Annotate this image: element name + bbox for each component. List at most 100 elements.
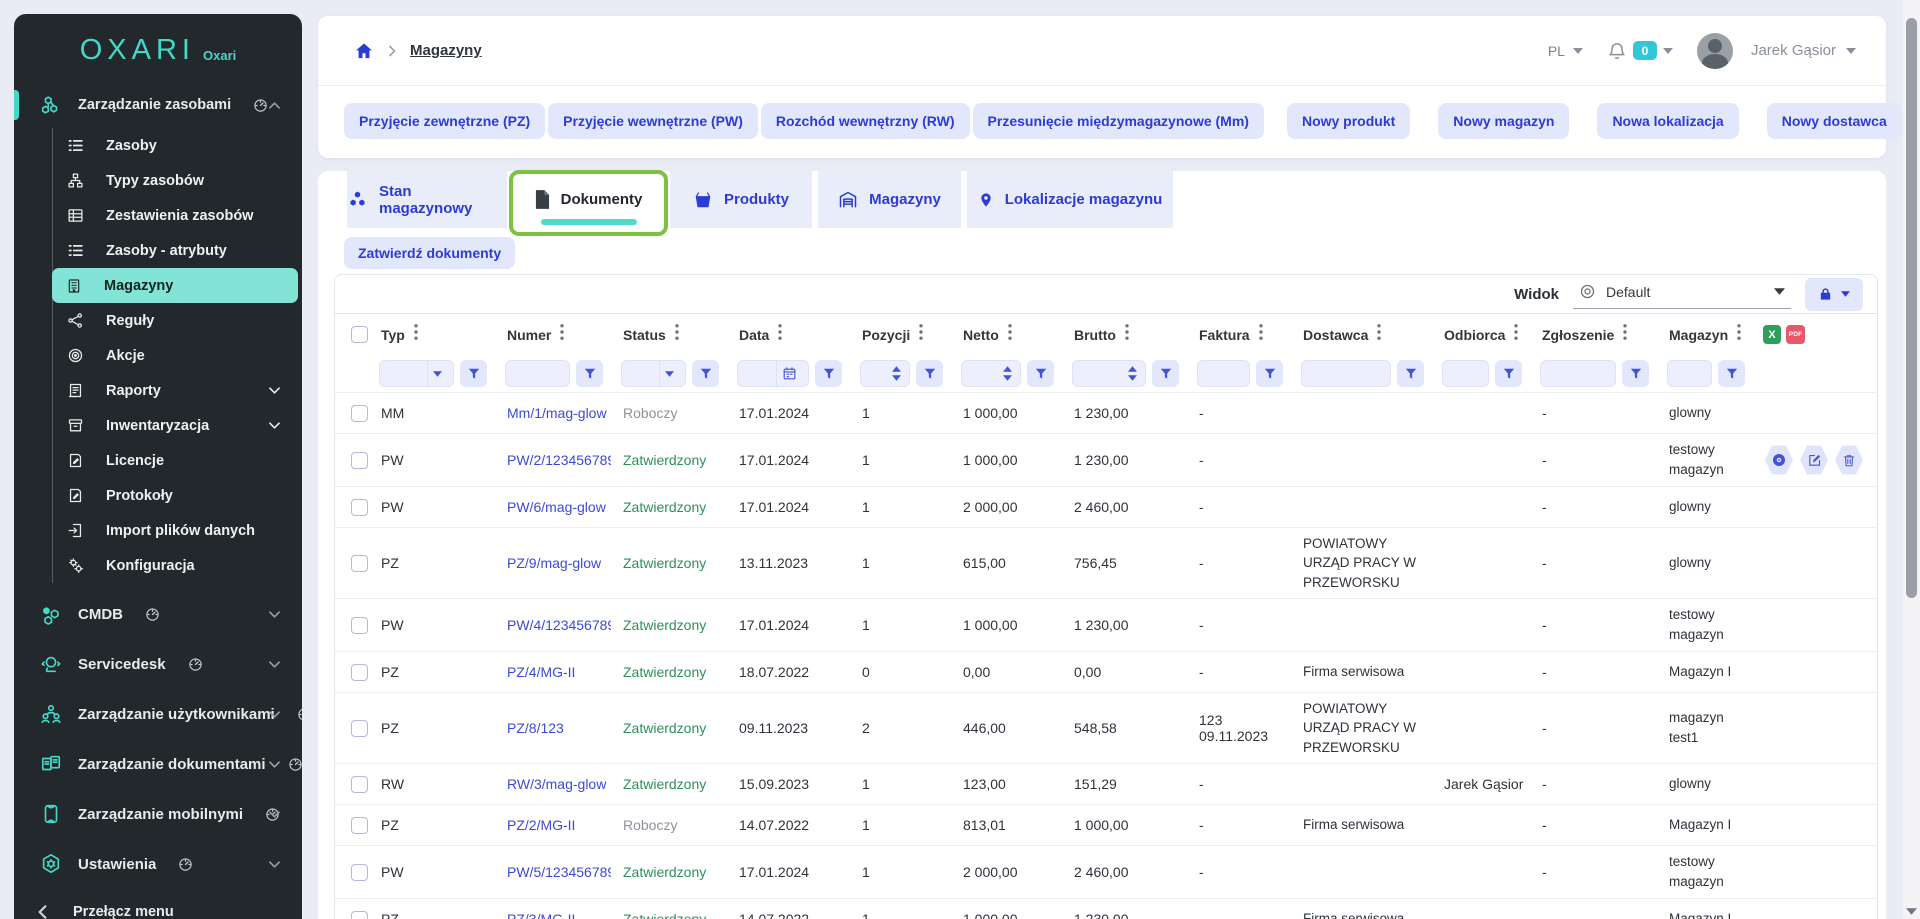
sidebar-item-reguly[interactable]: Reguły <box>53 303 302 338</box>
tab-produkty[interactable]: Produkty <box>670 171 812 228</box>
filter-input-numer[interactable] <box>505 360 570 387</box>
table-row-pz-9-mag-glow[interactable]: PZPZ/9/mag-glowZatwierdzony13.11.2023161… <box>335 527 1877 598</box>
sidebar-item-zasoby-atrybuty[interactable]: Zasoby - atrybuty <box>53 233 302 268</box>
filter-funnel-pozycji[interactable] <box>916 360 943 387</box>
sidebar-item-zarzadzanie-dokumentami[interactable]: Zarządzanie dokumentami <box>14 739 302 789</box>
avatar[interactable] <box>1697 33 1733 69</box>
row-checkbox[interactable] <box>351 405 368 422</box>
filter-funnel-data[interactable] <box>815 360 842 387</box>
row-checkbox[interactable] <box>351 555 368 572</box>
table-row-pz-2-mg-ii[interactable]: PZPZ/2/MG-IIRoboczy14.07.20221813,011 00… <box>335 804 1877 845</box>
export-pdf-icon[interactable]: PDF <box>1786 325 1805 344</box>
sidebar-item-cmdb[interactable]: CMDB <box>14 589 302 639</box>
table-row-pw-2-123456789[interactable]: PWPW/2/123456789Zatwierdzony17.01.202411… <box>335 433 1877 486</box>
filter-input-pozycji[interactable] <box>860 360 910 387</box>
column-menu-icon[interactable] <box>414 324 418 345</box>
row-checkbox[interactable] <box>351 720 368 737</box>
row-checkbox[interactable] <box>351 499 368 516</box>
user-menu[interactable]: Jarek Gąsior <box>1751 42 1836 59</box>
filter-funnel-numer[interactable] <box>576 360 603 387</box>
lock-view-button[interactable] <box>1805 278 1863 311</box>
column-menu-icon[interactable] <box>778 324 782 345</box>
filter-input-brutto[interactable] <box>1072 360 1146 387</box>
document-link[interactable]: PZ/9/mag-glow <box>507 555 601 571</box>
table-row-mm-1-mag-glow[interactable]: MMMm/1/mag-glowRoboczy17.01.202411 000,0… <box>335 392 1877 433</box>
document-link[interactable]: PZ/8/123 <box>507 720 564 736</box>
export-excel-icon[interactable]: X <box>1763 325 1781 344</box>
home-icon[interactable] <box>354 41 374 61</box>
row-checkbox[interactable] <box>351 817 368 834</box>
table-row-pw-5-123456789[interactable]: PWPW/5/123456789Zatwierdzony17.01.202412… <box>335 845 1877 898</box>
column-menu-icon[interactable] <box>1259 324 1263 345</box>
filter-input-data[interactable] <box>737 360 809 387</box>
column-menu-icon[interactable] <box>1008 324 1012 345</box>
select-all-checkbox[interactable] <box>351 326 368 343</box>
edit-button[interactable] <box>1800 445 1828 475</box>
filter-input-dostawca[interactable] <box>1301 360 1391 387</box>
table-row-pw-6-mag-glow[interactable]: PWPW/6/mag-glowZatwierdzony17.01.202412 … <box>335 486 1877 527</box>
filter-input-typ[interactable] <box>379 360 454 387</box>
sidebar-item-inwentaryzacja[interactable]: Inwentaryzacja <box>53 408 302 443</box>
document-link[interactable]: Mm/1/mag-glow <box>507 405 607 421</box>
nowy-dostawca-button[interactable]: Nowy dostawca <box>1767 103 1902 139</box>
column-menu-icon[interactable] <box>1125 324 1129 345</box>
document-link[interactable]: PZ/2/MG-II <box>507 817 575 833</box>
sidebar-item-zarzadzanie-zasobami[interactable]: Zarządzanie zasobami <box>14 86 302 124</box>
toggle-menu[interactable]: Przełącz menu <box>14 889 302 919</box>
filter-funnel-brutto[interactable] <box>1152 360 1179 387</box>
approve-documents-button[interactable]: Zatwierdź dokumenty <box>344 237 515 269</box>
table-row-pw-4-123456789[interactable]: PWPW/4/123456789Zatwierdzony17.01.202411… <box>335 598 1877 651</box>
notifications[interactable]: 0 <box>1607 40 1673 61</box>
document-link[interactable]: PW/6/mag-glow <box>507 499 606 515</box>
document-link[interactable]: PW/2/123456789 <box>507 452 611 468</box>
row-checkbox[interactable] <box>351 617 368 634</box>
przyjecie-zewnetrzne-pz-button[interactable]: Przyjęcie zewnętrzne (PZ) <box>344 103 545 139</box>
row-checkbox[interactable] <box>351 864 368 881</box>
column-menu-icon[interactable] <box>560 324 564 345</box>
sidebar-item-magazyny[interactable]: Magazyny <box>52 268 298 303</box>
tab-stan-magazynowy[interactable]: Stan magazynowy <box>347 171 507 228</box>
sidebar-item-ustawienia[interactable]: Ustawienia <box>14 839 302 889</box>
document-link[interactable]: PZ/3/MG-II <box>507 911 575 919</box>
preview-button[interactable] <box>1765 445 1793 475</box>
przyjecie-wewnetrzne-pw-button[interactable]: Przyjęcie wewnętrzne (PW) <box>548 103 758 139</box>
table-row-rw-3-mag-glow[interactable]: RWRW/3/mag-glowZatwierdzony15.09.2023112… <box>335 763 1877 804</box>
document-link[interactable]: PW/4/123456789 <box>507 617 611 633</box>
view-select[interactable]: Default <box>1573 279 1791 309</box>
filter-input-zgloszenie[interactable] <box>1540 360 1616 387</box>
tab-magazyny[interactable]: Magazyny <box>818 171 961 228</box>
document-link[interactable]: PZ/4/MG-II <box>507 664 575 680</box>
filter-input-odbiorca[interactable] <box>1442 360 1489 387</box>
scrollbar-thumb[interactable] <box>1906 18 1917 598</box>
sidebar-item-akcje[interactable]: Akcje <box>53 338 302 373</box>
filter-funnel-typ[interactable] <box>460 360 487 387</box>
sidebar-item-protokoly[interactable]: Protokoły <box>53 478 302 513</box>
column-menu-icon[interactable] <box>1737 324 1741 345</box>
filter-funnel-status[interactable] <box>692 360 719 387</box>
filter-funnel-magazyn[interactable] <box>1718 360 1745 387</box>
sidebar-item-servicedesk[interactable]: Servicedesk <box>14 639 302 689</box>
delete-button[interactable] <box>1835 445 1863 475</box>
column-menu-icon[interactable] <box>675 324 679 345</box>
column-menu-icon[interactable] <box>1377 324 1381 345</box>
rozchod-wewnetrzny-rw-button[interactable]: Rozchód wewnętrzny (RW) <box>761 103 970 139</box>
sidebar-item-zasoby[interactable]: Zasoby <box>53 128 302 163</box>
tab-lokalizacje-magazynu[interactable]: Lokalizacje magazynu <box>967 171 1173 228</box>
filter-input-magazyn[interactable] <box>1667 360 1712 387</box>
sidebar-item-zarzadzanie-mobilnymi[interactable]: Zarządzanie mobilnymi <box>14 789 302 839</box>
filter-input-netto[interactable] <box>961 360 1021 387</box>
sidebar-item-licencje[interactable]: Licencje <box>53 443 302 478</box>
filter-funnel-faktura[interactable] <box>1256 360 1283 387</box>
table-row-pz-4-mg-ii[interactable]: PZPZ/4/MG-IIZatwierdzony18.07.202200,000… <box>335 651 1877 692</box>
nowy-produkt-button[interactable]: Nowy produkt <box>1287 103 1410 139</box>
row-checkbox[interactable] <box>351 452 368 469</box>
table-row-pz-3-mg-ii[interactable]: PZPZ/3/MG-IIZatwierdzony14.07.202211 000… <box>335 898 1877 919</box>
tab-dokumenty[interactable]: Dokumenty <box>513 171 664 228</box>
table-row-pz-8-123[interactable]: PZPZ/8/123Zatwierdzony09.11.20232446,005… <box>335 692 1877 763</box>
scrollbar-down-arrow[interactable] <box>1906 908 1917 915</box>
column-menu-icon[interactable] <box>1514 324 1518 345</box>
przesuniecie-miedzymagazynowe-mm-button[interactable]: Przesunięcie międzymagazynowe (Mm) <box>973 103 1264 139</box>
row-checkbox[interactable] <box>351 664 368 681</box>
sidebar-item-zarzadzanie-uzytkownikami[interactable]: Zarządzanie użytkownikami <box>14 689 302 739</box>
sidebar-item-zestawienia-zasobow[interactable]: Zestawienia zasobów <box>53 198 302 233</box>
